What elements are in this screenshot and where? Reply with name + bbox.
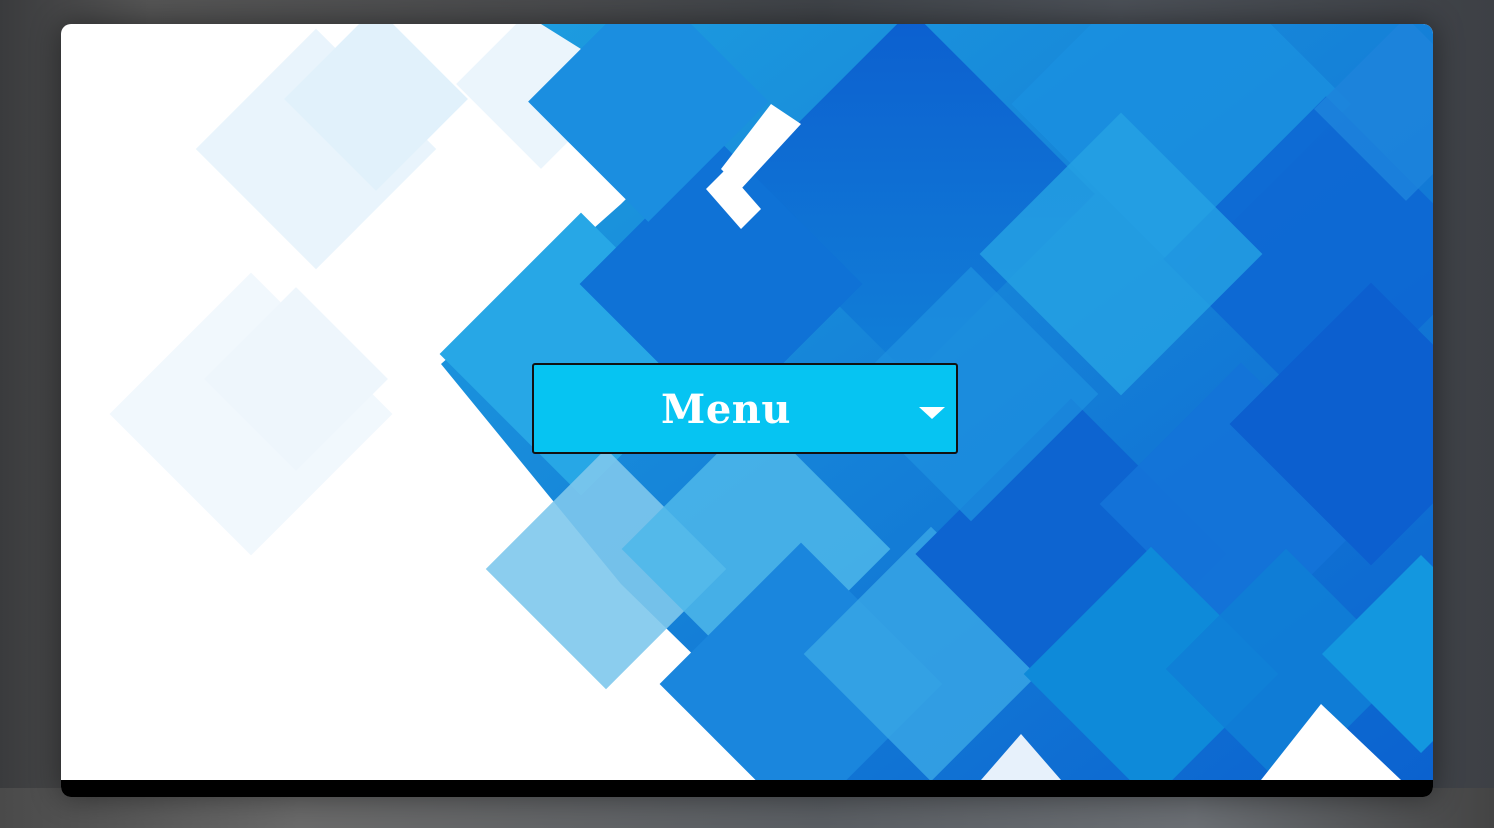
slide-frame: Menu <box>61 24 1433 797</box>
caret-down-icon <box>919 407 945 419</box>
menu-dropdown-button[interactable]: Menu <box>532 363 958 454</box>
menu-label: Menu <box>661 386 791 433</box>
slide-bottom-bar <box>61 780 1433 797</box>
